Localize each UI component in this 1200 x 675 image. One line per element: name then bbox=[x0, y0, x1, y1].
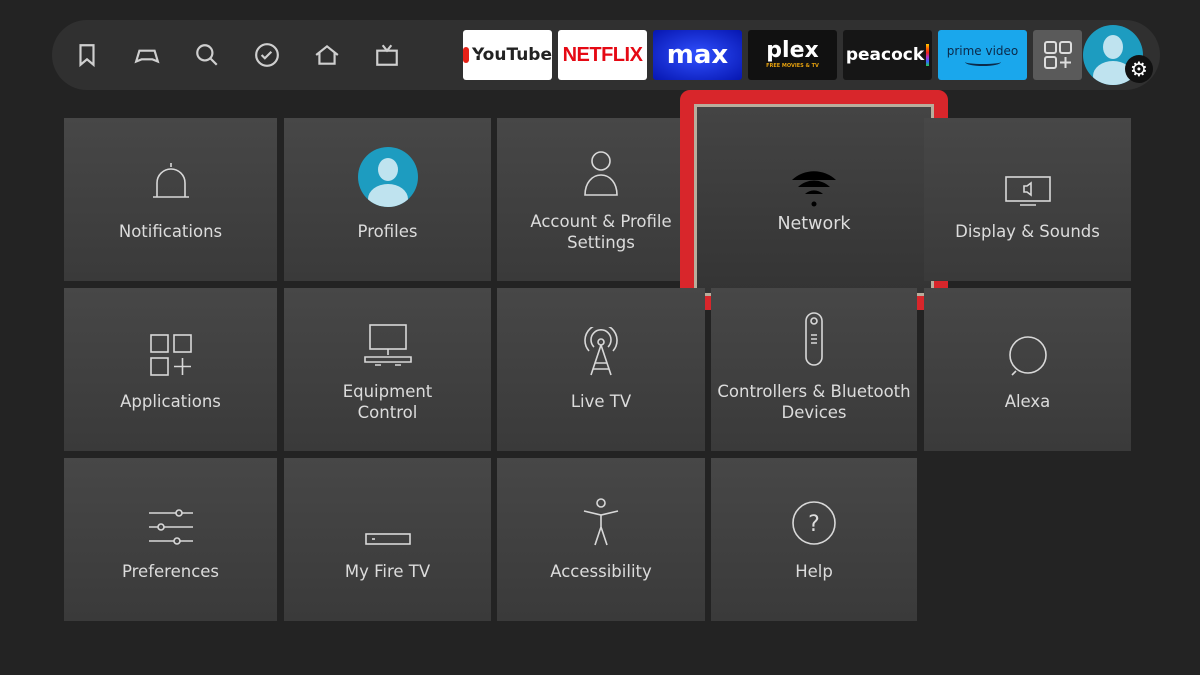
person-icon bbox=[581, 147, 621, 197]
tile-accessibility[interactable]: Accessibility bbox=[497, 458, 705, 621]
tile-notifications[interactable]: Notifications bbox=[64, 118, 277, 281]
tile-label: Account & Profile Settings bbox=[530, 211, 672, 252]
tile-profiles[interactable]: Profiles bbox=[284, 118, 491, 281]
alexa-icon bbox=[1006, 327, 1050, 377]
tile-label: Network bbox=[777, 214, 851, 234]
all-apps-button[interactable] bbox=[1033, 30, 1082, 80]
equipment-icon bbox=[363, 317, 413, 367]
tile-label: My Fire TV bbox=[344, 562, 431, 581]
app-label: plex bbox=[766, 38, 819, 63]
bookmark-icon[interactable] bbox=[72, 40, 102, 70]
app-max[interactable]: max bbox=[653, 30, 742, 80]
svg-text:?: ? bbox=[808, 512, 820, 537]
firetv-device-icon bbox=[364, 497, 412, 547]
app-prime-video[interactable]: prime video bbox=[938, 30, 1027, 80]
app-label: NETFLIX bbox=[562, 43, 643, 66]
tile-preferences[interactable]: Preferences bbox=[64, 458, 277, 621]
tile-controllers-bluetooth-devices[interactable]: Controllers & Bluetooth Devices bbox=[711, 288, 917, 451]
accessibility-icon bbox=[581, 497, 621, 547]
peacock-dots-icon bbox=[926, 44, 930, 66]
app-label: peacock bbox=[845, 45, 925, 65]
apps-grid-icon bbox=[149, 327, 193, 377]
help-icon: ? bbox=[790, 497, 838, 547]
app-peacock[interactable]: peacock bbox=[843, 30, 932, 80]
app-sublabel: FREE MOVIES & TV bbox=[766, 63, 819, 69]
check-circle-icon[interactable] bbox=[252, 40, 282, 70]
bell-icon bbox=[149, 157, 193, 207]
tile-alexa[interactable]: Alexa bbox=[924, 288, 1131, 451]
app-label: max bbox=[666, 40, 729, 70]
apps-grid-icon bbox=[1043, 41, 1072, 69]
app-plex[interactable]: plex FREE MOVIES & TV bbox=[748, 30, 837, 80]
tile-label: Accessibility bbox=[550, 562, 652, 581]
tile-display-sounds[interactable]: Display & Sounds bbox=[924, 118, 1131, 281]
tile-label: Preferences bbox=[121, 562, 220, 581]
tile-label: Alexa bbox=[1004, 392, 1051, 411]
home-icon[interactable] bbox=[312, 40, 342, 70]
antenna-icon bbox=[579, 327, 623, 377]
tile-label: Profiles bbox=[357, 222, 418, 241]
display-icon bbox=[1004, 157, 1052, 207]
search-icon[interactable] bbox=[192, 40, 222, 70]
settings-gear-icon[interactable]: ⚙ bbox=[1125, 55, 1153, 83]
tile-help[interactable]: ? Help bbox=[711, 458, 917, 621]
tile-network[interactable]: Network bbox=[694, 104, 934, 296]
tile-label: Help bbox=[795, 562, 833, 581]
tile-live-tv[interactable]: Live TV bbox=[497, 288, 705, 451]
sliders-icon bbox=[147, 497, 195, 547]
gamepad-icon[interactable] bbox=[132, 40, 162, 70]
focus-highlight: Network bbox=[680, 90, 948, 310]
smile-icon bbox=[964, 58, 1001, 66]
tile-applications[interactable]: Applications bbox=[64, 288, 277, 451]
remote-icon bbox=[804, 311, 824, 367]
app-netflix[interactable]: NETFLIX bbox=[558, 30, 647, 80]
tile-label: Controllers & Bluetooth Devices bbox=[717, 381, 911, 422]
profile-avatar-icon bbox=[357, 147, 418, 207]
tile-equipment-control[interactable]: Equipment Control bbox=[284, 288, 491, 451]
live-tv-icon[interactable] bbox=[372, 40, 402, 70]
app-label: YouTube bbox=[471, 45, 552, 65]
app-label: prime video bbox=[946, 44, 1019, 58]
tile-label: Live TV bbox=[570, 392, 632, 411]
tile-my-fire-tv[interactable]: My Fire TV bbox=[284, 458, 491, 621]
wifi-icon bbox=[786, 166, 842, 214]
app-youtube[interactable]: YouTube bbox=[463, 30, 552, 80]
tile-label: Applications bbox=[120, 392, 221, 411]
tile-label: Notifications bbox=[118, 222, 223, 241]
tile-label: Display & Sounds bbox=[955, 222, 1100, 241]
tile-label: Equipment Control bbox=[342, 381, 433, 422]
tile-account-profile-settings[interactable]: Account & Profile Settings bbox=[497, 118, 705, 281]
